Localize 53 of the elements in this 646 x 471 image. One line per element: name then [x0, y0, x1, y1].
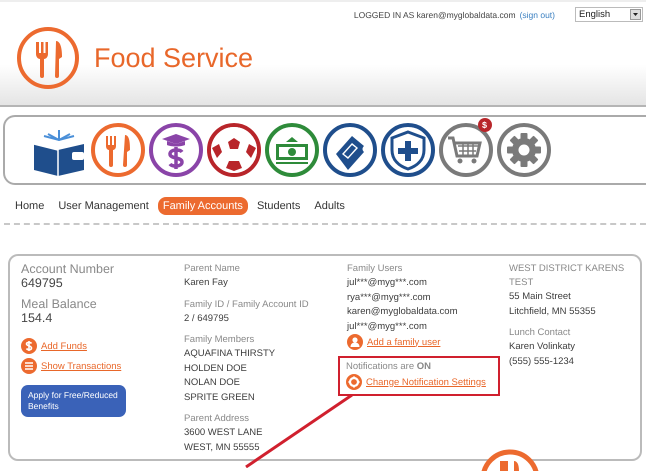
dollar-icon: [21, 338, 37, 354]
field-value: WEST, MN 55555: [184, 440, 260, 454]
nav-tab[interactable]: User Management: [53, 197, 154, 215]
field-value: SPRITE GREEN: [184, 390, 256, 404]
shield-icon[interactable]: [380, 122, 436, 178]
field-label: TEST: [509, 276, 534, 290]
field-value: Karen Fay: [184, 276, 229, 290]
notifications-status: Notifications are ON: [346, 361, 432, 372]
nav-tab[interactable]: Home: [10, 197, 50, 215]
field-value: 3600 WEST LANE: [184, 426, 264, 440]
ticket-icon[interactable]: [322, 122, 378, 178]
field-value: 55 Main Street: [509, 290, 572, 304]
dollar-badge: $: [478, 118, 492, 132]
field-value: (555) 555-1234: [509, 354, 575, 368]
field-value: jul***@myg***.com: [347, 320, 428, 334]
notification-settings-link[interactable]: Change Notification Settings: [366, 376, 486, 388]
field-label: Parent Address: [184, 412, 250, 426]
nav-tab[interactable]: Family Accounts: [158, 197, 248, 215]
banknote-icon[interactable]: [264, 122, 320, 178]
language-select[interactable]: English: [575, 7, 643, 22]
field-label: Family Members: [184, 333, 256, 347]
field-value: 2 / 649795: [184, 312, 230, 326]
link[interactable]: Show Transactions: [41, 360, 122, 372]
field-value: AQUAFINA THIRSTY: [184, 347, 276, 361]
apply-button[interactable]: Apply for Free/Reduced Benefits: [21, 385, 126, 417]
field-value: Litchfield, MN 55355: [509, 304, 597, 318]
field-value: 649795: [21, 276, 64, 290]
graduation-icon[interactable]: [148, 122, 204, 178]
field-value: rya***@myg***.com: [347, 290, 432, 304]
field-label: Account Number: [21, 262, 116, 276]
nav-tab[interactable]: Adults: [309, 197, 350, 215]
field-label: WEST DISTRICT KARENS: [509, 262, 626, 276]
field-label: Lunch Contact: [509, 326, 572, 340]
soccer-ball-icon[interactable]: [206, 122, 262, 178]
add-user-link[interactable]: Add a family user: [367, 336, 440, 348]
field-label: Family ID / Family Account ID: [184, 298, 310, 312]
field-value: 154.4: [21, 311, 54, 325]
sign-out-link[interactable]: (sign out): [520, 10, 555, 20]
person-icon: [347, 334, 363, 350]
field-label: Meal Balance: [21, 297, 98, 311]
field-label: Parent Name: [184, 262, 241, 276]
field-value: Karen Volinkaty: [509, 340, 576, 354]
login-text: LOGGED IN AS karen@myglobaldata.com: [354, 10, 516, 20]
field-value: HOLDEN DOE: [184, 362, 248, 376]
field-label: Family Users: [347, 262, 404, 276]
nav-tab[interactable]: Students: [252, 197, 306, 215]
app-title: Food Service: [94, 42, 254, 74]
field-value: jul***@myg***.com: [347, 276, 428, 290]
field-value: karen@myglobaldata.com: [347, 305, 459, 319]
link[interactable]: Add Funds: [41, 340, 87, 352]
list-icon: [21, 358, 37, 374]
field-value: NOLAN DOE: [184, 376, 241, 390]
cart-icon[interactable]: [438, 122, 494, 178]
